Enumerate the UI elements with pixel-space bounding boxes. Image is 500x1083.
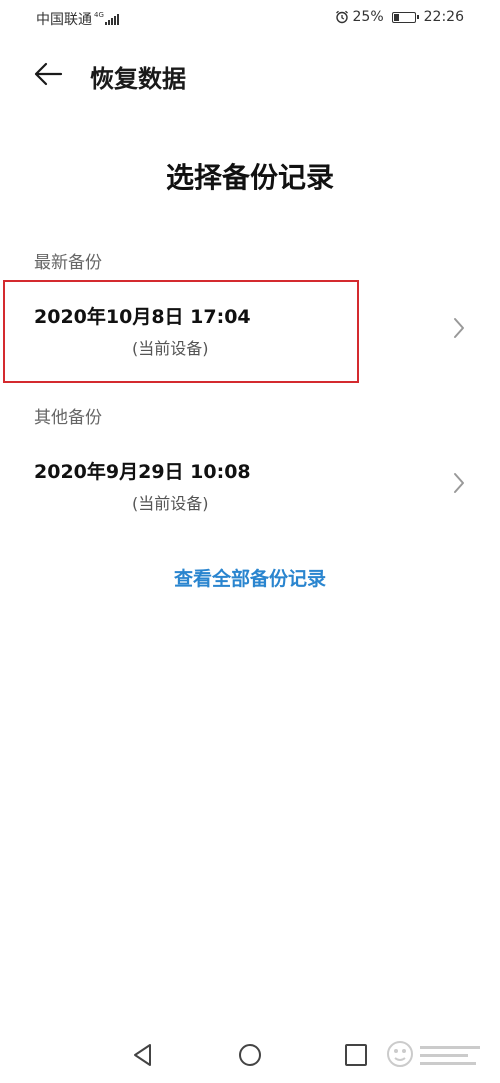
backup-device: (当前设备) (132, 494, 209, 513)
battery-level (393, 13, 399, 21)
network-type: 4G (94, 10, 104, 19)
backup-device: (当前设备) (132, 339, 209, 358)
status-time: 22:26 (423, 9, 464, 25)
status-left: 中国联通 4G (36, 9, 120, 29)
battery-percent: 25% (352, 9, 384, 25)
chevron-right-icon (454, 473, 464, 493)
chevron-right-icon (454, 318, 464, 338)
section-title: 选择备份记录 (165, 161, 334, 194)
backup-date: 2020年9月29日 10:08 (34, 461, 251, 483)
status-right: 25% 22:26 (335, 9, 464, 25)
backup-date: 2020年10月8日 17:04 (34, 306, 251, 328)
other-backups-label: 其他备份 (34, 408, 102, 428)
watermark-logo (387, 1041, 480, 1067)
signal-icon (104, 13, 120, 25)
latest-backup-item[interactable]: 2020年10月8日 17:04 (当前设备) (0, 280, 500, 384)
other-backup-item[interactable]: 2020年9月29日 10:08 (当前设备) (0, 435, 500, 539)
nav-recents-icon[interactable] (343, 1042, 369, 1068)
nav-back-icon[interactable] (130, 1042, 156, 1068)
page-title: 恢复数据 (90, 65, 186, 93)
app-header: 恢复数据 (0, 50, 500, 98)
back-arrow-icon (34, 62, 63, 86)
alarm-icon (335, 10, 348, 24)
back-button[interactable] (30, 58, 66, 90)
battery-icon (391, 11, 419, 23)
status-bar: 中国联通 4G 25% 22:26 (0, 0, 500, 36)
carrier-name: 中国联通 (36, 12, 92, 28)
nav-home-icon[interactable] (237, 1042, 263, 1068)
latest-backup-label: 最新备份 (34, 253, 102, 273)
view-all-backups-link[interactable]: 查看全部备份记录 (0, 564, 500, 591)
